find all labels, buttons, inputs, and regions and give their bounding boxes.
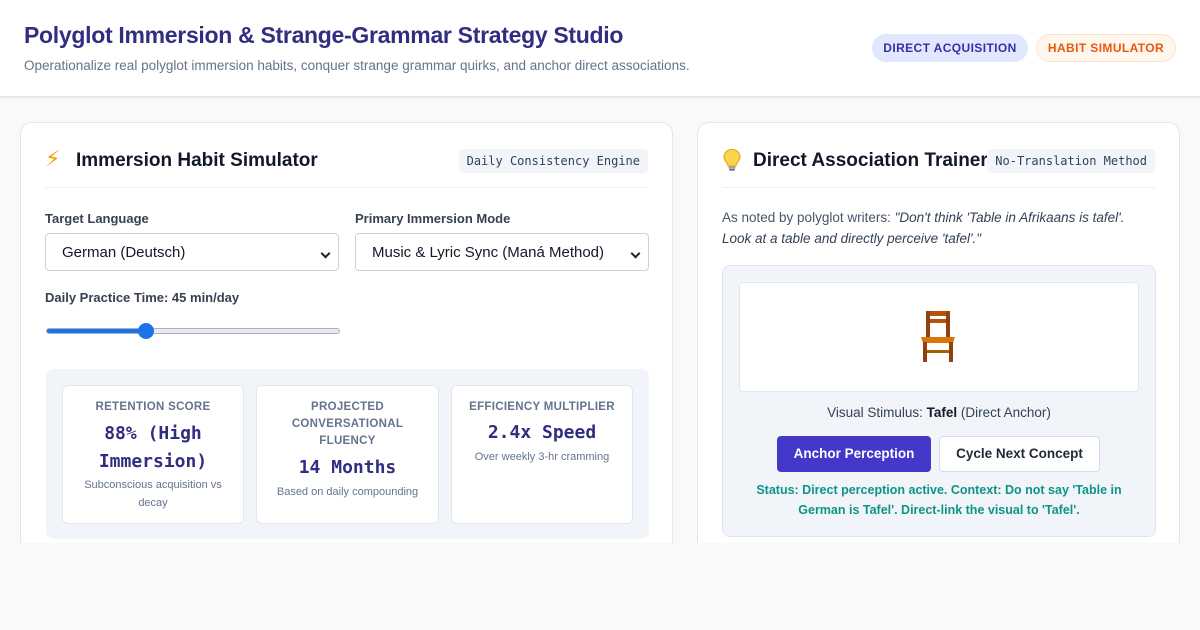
visual-stimulus-caption: Visual Stimulus: Tafel (Direct Anchor) — [723, 405, 1155, 420]
fluency-projection-stat: PROJECTED CONVERSATIONAL FLUENCY 14 Mont… — [256, 385, 439, 524]
practice-time-label: Daily Practice Time: 45 min/day — [45, 290, 240, 305]
retention-score-stat: RETENTION SCORE 88% (High Immersion) Sub… — [62, 385, 244, 524]
practice-time-slider[interactable] — [46, 328, 340, 334]
immersion-mode-value: Music & Lyric Sync (Maná Method) — [372, 244, 605, 261]
habit-simulator-card: ⚡ Immersion Habit Simulator Daily Consis… — [20, 122, 673, 602]
page-background — [0, 543, 1200, 630]
stat-note: Based on daily compounding — [276, 486, 419, 498]
target-language-label: Target Language — [45, 211, 149, 226]
stimulus-word: Tafel — [926, 405, 958, 420]
chevron-down-icon — [624, 234, 648, 270]
quote-intro: As noted by polyglot writers: — [722, 210, 895, 225]
immersion-mode-select[interactable]: Music & Lyric Sync (Maná Method) — [355, 233, 649, 271]
direct-acquisition-badge: DIRECT ACQUISITION — [872, 34, 1028, 62]
trainer-card-header: Direct Association Trainer No-Translatio… — [722, 123, 1155, 188]
no-translation-tag: No-Translation Method — [987, 149, 1155, 173]
app-header: Polyglot Immersion & Strange-Grammar Str… — [0, 0, 1200, 98]
chair-icon — [921, 311, 955, 362]
direct-association-card: Direct Association Trainer No-Translatio… — [697, 122, 1180, 602]
anchor-perception-button[interactable]: Anchor Perception — [777, 436, 931, 472]
stat-note: Over weekly 3-hr cramming — [474, 451, 610, 463]
habit-simulator-badge: HABIT SIMULATOR — [1036, 34, 1176, 62]
polyglot-quote: As noted by polyglot writers: "Don't thi… — [722, 207, 1142, 249]
stat-label: EFFICIENCY MULTIPLIER — [469, 401, 615, 413]
chevron-down-icon — [314, 234, 338, 270]
lightning-bolt-icon: ⚡ — [45, 146, 61, 171]
slider-thumb[interactable] — [137, 323, 154, 339]
stimulus-prefix: Visual Stimulus: — [827, 405, 927, 420]
slider-fill — [47, 329, 147, 333]
visual-stimulus-box — [739, 282, 1139, 392]
habit-card-title: Immersion Habit Simulator — [76, 150, 318, 171]
stat-value: 88% (High Immersion) — [98, 423, 208, 472]
immersion-mode-label: Primary Immersion Mode — [355, 211, 511, 226]
stat-value: 2.4x Speed — [487, 422, 597, 443]
stat-value: 14 Months — [298, 457, 397, 478]
stat-label: PROJECTED CONVERSATIONAL FLUENCY — [291, 401, 404, 447]
page-subtitle: Operationalize real polyglot immersion h… — [24, 58, 690, 73]
target-language-select[interactable]: German (Deutsch) — [45, 233, 339, 271]
daily-consistency-tag: Daily Consistency Engine — [458, 149, 648, 173]
efficiency-multiplier-stat: EFFICIENCY MULTIPLIER 2.4x Speed Over we… — [451, 385, 633, 524]
stats-panel: RETENTION SCORE 88% (High Immersion) Sub… — [46, 369, 649, 539]
stimulus-suffix: (Direct Anchor) — [957, 405, 1051, 420]
stat-note: Subconscious acquisition vs decay — [84, 479, 222, 509]
status-message: Status: Direct perception active. Contex… — [756, 483, 1122, 517]
habit-card-header: ⚡ Immersion Habit Simulator Daily Consis… — [45, 123, 648, 188]
trainer-panel: Visual Stimulus: Tafel (Direct Anchor) A… — [722, 265, 1156, 537]
page-title: Polyglot Immersion & Strange-Grammar Str… — [24, 22, 624, 48]
cycle-next-concept-button[interactable]: Cycle Next Concept — [939, 436, 1100, 472]
stat-label: RETENTION SCORE — [95, 401, 211, 413]
lightbulb-icon — [722, 148, 742, 179]
target-language-value: German (Deutsch) — [62, 244, 186, 261]
trainer-card-title: Direct Association Trainer — [753, 150, 988, 171]
